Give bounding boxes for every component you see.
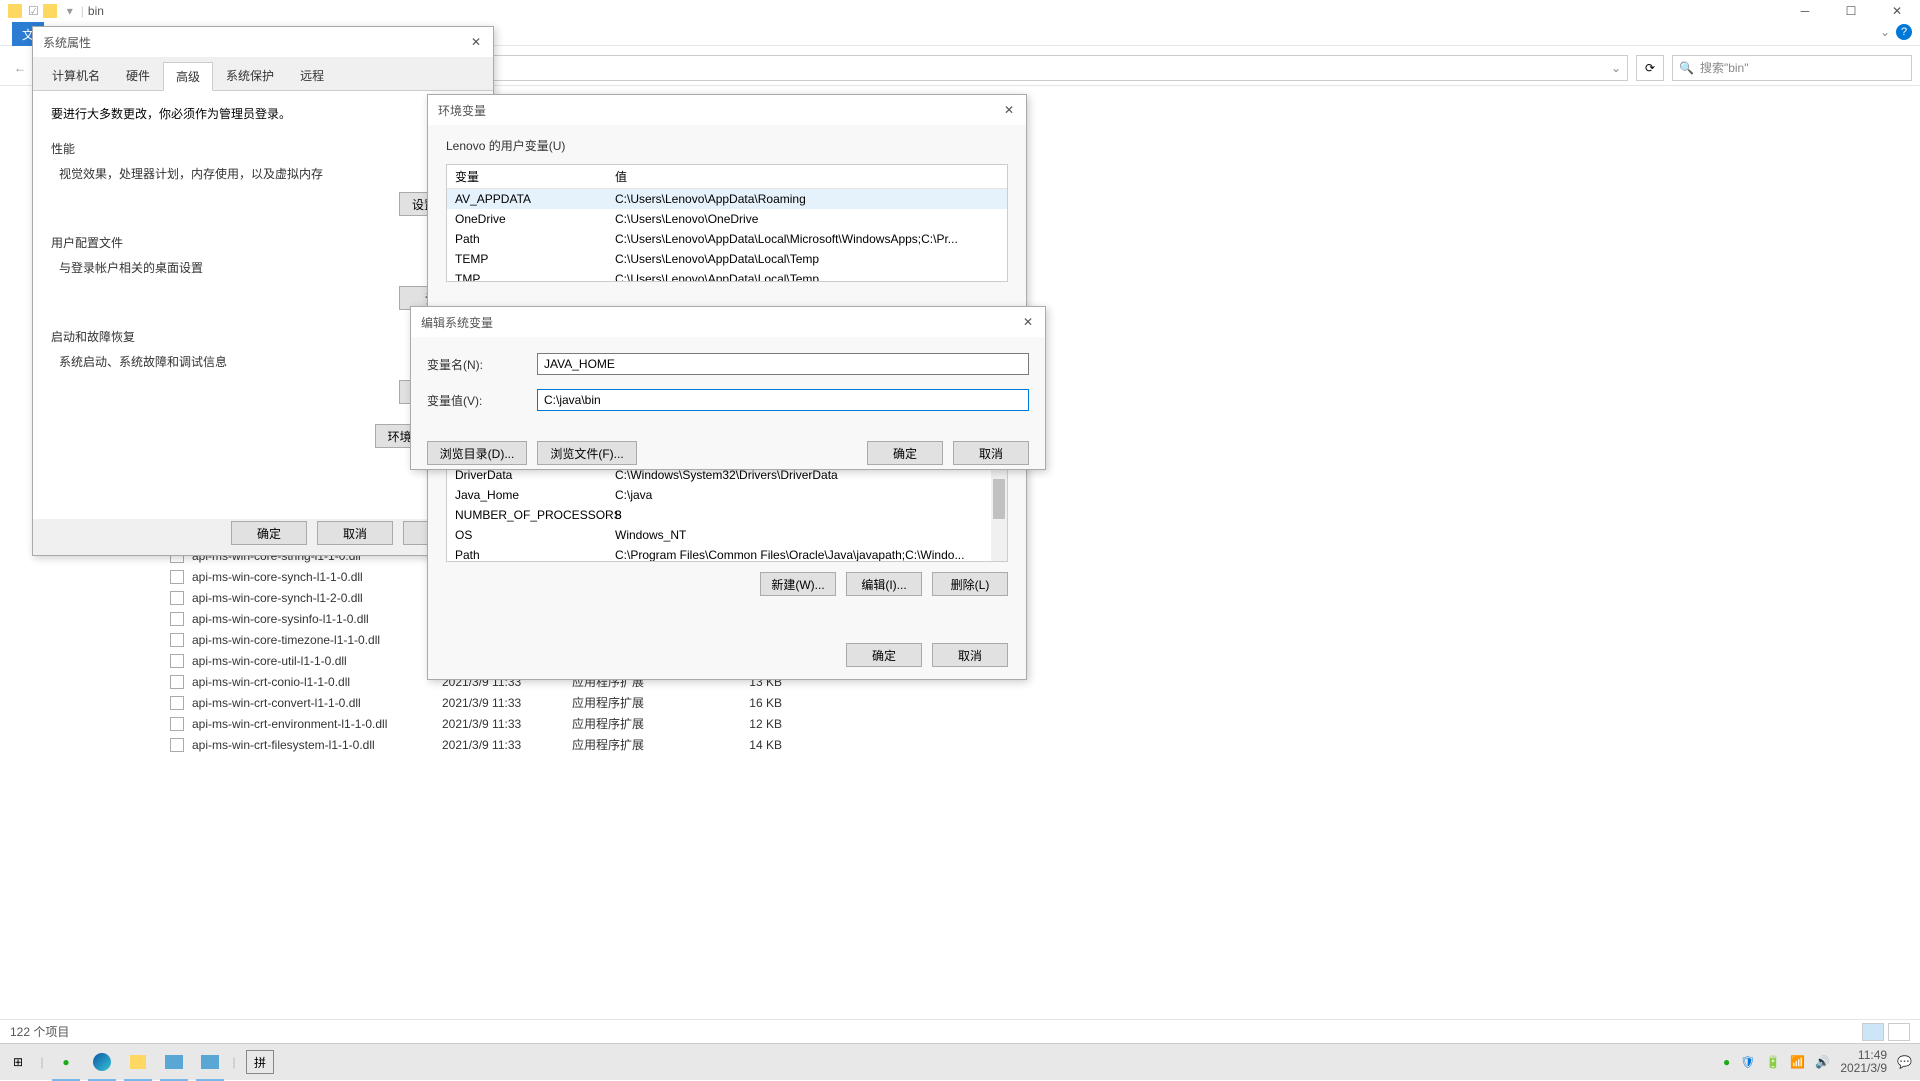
user-vars-table[interactable]: 变量值 AV_APPDATAC:\Users\Lenovo\AppData\Ro…	[446, 164, 1008, 282]
dialog-title: 系统属性	[33, 27, 493, 57]
close-icon[interactable]: ✕	[1017, 311, 1039, 333]
view-large-icon[interactable]	[1888, 1023, 1910, 1041]
help-icon[interactable]: ?	[1896, 24, 1912, 40]
ok-button[interactable]: 确定	[867, 441, 943, 465]
file-icon	[170, 591, 184, 605]
titlebar: ☑ ▾ | bin	[0, 0, 1920, 22]
delete-button[interactable]: 删除(L)	[932, 572, 1008, 596]
item-count: 122 个项目	[10, 1023, 69, 1040]
task-divider: |	[228, 1044, 240, 1081]
file-icon	[170, 633, 184, 647]
tab-高级[interactable]: 高级	[163, 62, 213, 91]
variable-name-input[interactable]	[537, 353, 1029, 375]
view-details-icon[interactable]	[1862, 1023, 1884, 1041]
folder-icon	[8, 4, 22, 18]
perf-desc: 视觉效果，处理器计划，内存使用，以及虚拟内存	[51, 165, 475, 182]
window-controls: ─ ☐ ✕	[1782, 0, 1920, 22]
table-row[interactable]: PathC:\Program Files\Common Files\Oracle…	[447, 545, 1007, 562]
edit-variable-dialog: 编辑系统变量 ✕ 变量名(N): 变量值(V): 浏览目录(D)... 浏览文件…	[410, 306, 1046, 470]
start-button[interactable]: ⊞	[0, 1044, 36, 1081]
tab-计算机名[interactable]: 计算机名	[39, 61, 113, 90]
ime-button[interactable]: 拼	[246, 1050, 274, 1074]
explorer-icon[interactable]	[120, 1044, 156, 1081]
close-icon[interactable]: ✕	[998, 99, 1020, 121]
close-icon[interactable]: ✕	[465, 31, 487, 53]
user-vars-title: Lenovo 的用户变量(U)	[446, 137, 1008, 154]
chevron-down-icon[interactable]: ⌄	[1880, 25, 1890, 39]
ok-button[interactable]: 确定	[846, 643, 922, 667]
volume-icon[interactable]: 🔊	[1815, 1055, 1830, 1069]
new-button[interactable]: 新建(W)...	[760, 572, 836, 596]
list-item[interactable]: api-ms-win-crt-convert-l1-1-0.dll2021/3/…	[170, 692, 782, 713]
file-icon	[170, 675, 184, 689]
wechat-icon[interactable]: ●	[48, 1044, 84, 1081]
dialog-title: 编辑系统变量	[411, 307, 1045, 337]
shield-icon[interactable]: 🛡	[1740, 1055, 1755, 1069]
close-button[interactable]: ✕	[1874, 0, 1920, 22]
cancel-button[interactable]: 取消	[953, 441, 1029, 465]
profile-title: 用户配置文件	[51, 234, 475, 251]
perf-title: 性能	[51, 140, 475, 157]
refresh-button[interactable]: ⟳	[1636, 55, 1664, 81]
folder-icon	[43, 4, 57, 18]
task-divider: |	[36, 1044, 48, 1081]
app-icon-2[interactable]	[192, 1044, 228, 1081]
table-row[interactable]: TEMPC:\Users\Lenovo\AppData\Local\Temp	[447, 249, 1007, 269]
table-row[interactable]: TMPC:\Users\Lenovo\AppData\Local\Temp	[447, 269, 1007, 282]
list-item[interactable]: api-ms-win-crt-filesystem-l1-1-0.dll2021…	[170, 734, 782, 755]
ok-button[interactable]: 确定	[231, 521, 307, 545]
search-input[interactable]: 🔍搜索"bin"	[1672, 55, 1912, 81]
file-icon	[170, 696, 184, 710]
cancel-button[interactable]: 取消	[317, 521, 393, 545]
tab-系统保护[interactable]: 系统保护	[213, 61, 287, 90]
tab-远程[interactable]: 远程	[287, 61, 337, 90]
window-title: bin	[88, 4, 104, 18]
minimize-button[interactable]: ─	[1782, 0, 1828, 22]
variable-value-input[interactable]	[537, 389, 1029, 411]
maximize-button[interactable]: ☐	[1828, 0, 1874, 22]
tab-bar: 计算机名硬件高级系统保护远程	[33, 57, 493, 91]
system-tray[interactable]: ● 🛡 🔋 📶 🔊 11:49 2021/3/9 💬	[1723, 1049, 1912, 1075]
browse-file-button[interactable]: 浏览文件(F)...	[537, 441, 637, 465]
back-button[interactable]: ←	[8, 56, 32, 80]
table-row[interactable]: OneDriveC:\Users\Lenovo\OneDrive	[447, 209, 1007, 229]
statusbar: 122 个项目	[0, 1019, 1920, 1043]
name-label: 变量名(N):	[427, 356, 537, 373]
clock[interactable]: 11:49 2021/3/9	[1840, 1049, 1887, 1075]
wifi-icon[interactable]: 📶	[1790, 1055, 1805, 1069]
file-icon	[170, 654, 184, 668]
browse-dir-button[interactable]: 浏览目录(D)...	[427, 441, 527, 465]
notification-icon[interactable]: 💬	[1897, 1055, 1912, 1069]
table-row[interactable]: OSWindows_NT	[447, 525, 1007, 545]
file-icon	[170, 570, 184, 584]
list-item[interactable]: api-ms-win-crt-environment-l1-1-0.dll202…	[170, 713, 782, 734]
file-icon	[170, 738, 184, 752]
file-icon	[170, 717, 184, 731]
system-vars-table[interactable]: DriverDataC:\Windows\System32\Drivers\Dr…	[446, 464, 1008, 562]
admin-note: 要进行大多数更改，你必须作为管理员登录。	[51, 105, 475, 122]
app-icon-1[interactable]	[156, 1044, 192, 1081]
table-row[interactable]: AV_APPDATAC:\Users\Lenovo\AppData\Roamin…	[447, 189, 1007, 209]
file-icon	[170, 612, 184, 626]
tab-硬件[interactable]: 硬件	[113, 61, 163, 90]
tray-icon[interactable]: ●	[1723, 1055, 1730, 1069]
scrollbar[interactable]	[991, 465, 1007, 561]
table-row[interactable]: PathC:\Users\Lenovo\AppData\Local\Micros…	[447, 229, 1007, 249]
battery-icon[interactable]: 🔋	[1765, 1055, 1780, 1069]
cancel-button[interactable]: 取消	[932, 643, 1008, 667]
taskbar: ⊞ | ● | 拼 ● 🛡 🔋 📶 🔊 11:49 2021/3/9 💬	[0, 1043, 1920, 1080]
value-label: 变量值(V):	[427, 392, 537, 409]
table-row[interactable]: Java_HomeC:\java	[447, 485, 1007, 505]
dialog-title: 环境变量	[428, 95, 1026, 125]
table-row[interactable]: NUMBER_OF_PROCESSORS8	[447, 505, 1007, 525]
profile-desc: 与登录帐户相关的桌面设置	[51, 259, 475, 276]
edit-button[interactable]: 编辑(I)...	[846, 572, 922, 596]
edge-icon[interactable]	[84, 1044, 120, 1081]
